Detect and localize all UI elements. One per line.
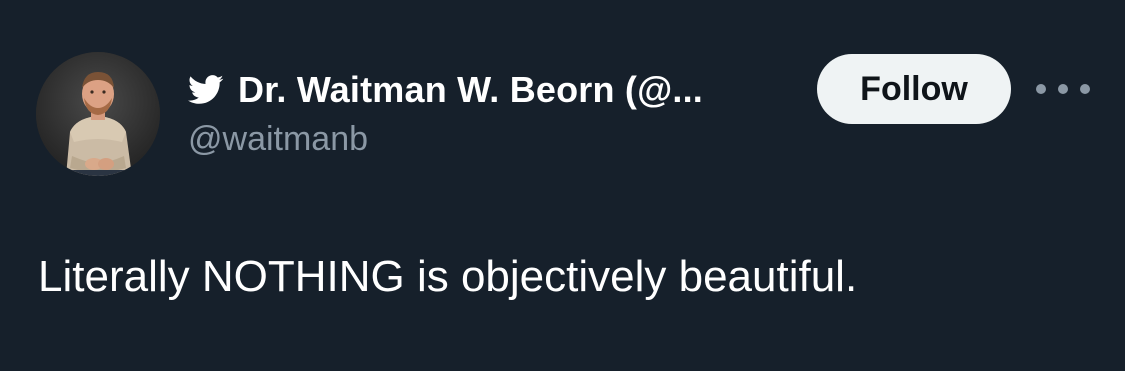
follow-button[interactable]: Follow <box>817 54 1011 124</box>
tweet-card: Dr. Waitman W. Beorn (@... @waitmanb Fol… <box>0 0 1125 371</box>
more-dot <box>1058 84 1068 94</box>
more-options-icon[interactable] <box>1036 74 1090 104</box>
twitter-bird-icon <box>188 75 224 105</box>
more-dot <box>1036 84 1046 94</box>
tweet-text: Literally NOTHING is objectively beautif… <box>38 252 858 301</box>
avatar[interactable] <box>36 52 160 176</box>
more-dot <box>1080 84 1090 94</box>
author-handle[interactable]: @waitmanb <box>188 120 368 159</box>
author-display-name[interactable]: Dr. Waitman W. Beorn (@... <box>238 69 703 111</box>
author-name-row[interactable]: Dr. Waitman W. Beorn (@... <box>188 66 703 114</box>
avatar-photo <box>36 52 160 176</box>
